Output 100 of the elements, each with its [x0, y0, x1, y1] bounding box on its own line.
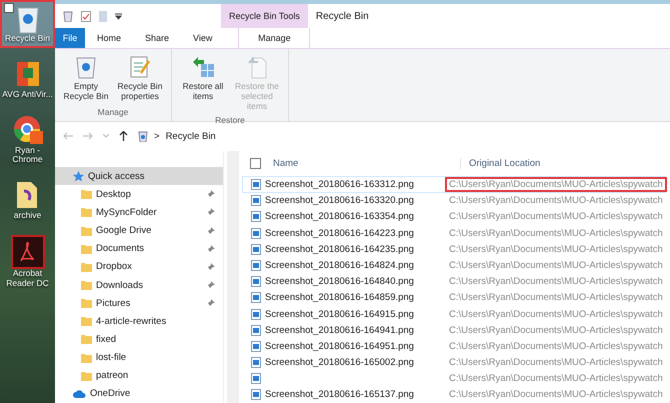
pin-icon: [207, 208, 215, 216]
original-location: C:\Users\Ryan\Documents\MUO-Articles\spywatch: [448, 389, 664, 400]
image-file-icon: [251, 308, 261, 320]
recycle-bin-icon: [63, 10, 73, 22]
image-file-icon: [251, 211, 261, 222]
group-label: Manage: [98, 107, 128, 119]
original-location: C:\Users\Ryan\Documents\MUO-Articles\spywatch: [448, 260, 664, 271]
nav-item[interactable]: Pictures: [55, 294, 223, 312]
contextual-tab-header: Recycle Bin Tools: [221, 4, 308, 28]
file-row[interactable]: Screenshot_20180616-163312.png C:\Users\Ryan\Documents\MUO-Articles\spywatch: [242, 176, 666, 193]
file-row[interactable]: Screenshot_20180616-164235.png C:\Users\Ryan\Documents\MUO-Articles\spywatch: [242, 241, 666, 258]
forward-arrow-icon[interactable]: [83, 132, 93, 140]
original-location: C:\Users\Ryan\Documents\MUO-Articles\spywatch: [448, 357, 664, 368]
pin-icon: [207, 262, 215, 271]
ribbon-tab[interactable]: File: [55, 28, 85, 48]
original-location: C:\Users\Ryan\Documents\MUO-Articles\spywatch: [448, 373, 664, 384]
nav-item[interactable]: lost-file: [55, 348, 223, 367]
original-location: C:\Users\Ryan\Documents\MUO-Articles\spywatch: [448, 276, 664, 288]
file-name: Screenshot_20180616-164223.png: [265, 228, 414, 239]
pin-icon: [207, 190, 215, 198]
desktop-icon[interactable]: Recycle Bin: [2, 2, 53, 46]
ribbon-tab[interactable]: Share: [133, 28, 182, 48]
file-row[interactable]: Screenshot_20180616-165137.png C:\Users\Ryan\Documents\MUO-Articles\spywatch: [242, 386, 666, 403]
file-name: Screenshot_20180616-164941.png: [265, 324, 414, 336]
desktop-icon[interactable]: archive: [2, 177, 53, 223]
file-name: Screenshot_20180616-165137.png: [265, 389, 414, 400]
file-name: Screenshot_20180616-164824.png: [265, 260, 414, 271]
chevron-down-icon[interactable]: [103, 134, 109, 138]
desktop-icon[interactable]: AVG AntiVir...: [2, 56, 53, 102]
image-file-icon: [251, 276, 261, 288]
nav-item[interactable]: Desktop: [55, 185, 223, 204]
original-location: C:\Users\Ryan\Documents\MUO-Articles\spywatch: [448, 211, 664, 222]
dropdown-icon[interactable]: [115, 12, 122, 20]
original-location: C:\Users\Ryan\Documents\MUO-Articles\spywatch: [447, 179, 665, 190]
nav-item[interactable]: Google Drive: [55, 221, 223, 240]
image-file-icon: [251, 340, 261, 352]
ribbon-button[interactable]: Restore all items: [176, 51, 230, 116]
star-icon: [73, 170, 84, 182]
file-row[interactable]: Screenshot_20180616-164824.png C:\Users\Ryan\Documents\MUO-Articles\spywatch: [242, 257, 666, 274]
ribbon-button[interactable]: Recycle Bin properties: [113, 51, 167, 107]
ribbon-tab[interactable]: Home: [85, 28, 134, 48]
column-header[interactable]: Name: [269, 158, 461, 170]
address-path[interactable]: Recycle Bin: [166, 130, 216, 142]
image-file-icon: [251, 373, 261, 384]
original-location: C:\Users\Ryan\Documents\MUO-Articles\spywatch: [448, 292, 664, 304]
original-location: C:\Users\Ryan\Documents\MUO-Articles\spywatch: [448, 308, 664, 320]
back-arrow-icon[interactable]: [63, 132, 73, 140]
file-row[interactable]: Screenshot_20180616-164915.png C:\Users\Ryan\Documents\MUO-Articles\spywatch: [242, 306, 666, 322]
nav-item[interactable]: Dropbox: [55, 258, 223, 276]
pin-icon: [207, 244, 215, 253]
nav-item[interactable]: Documents: [55, 240, 223, 258]
ribbon-button[interactable]: Empty Recycle Bin: [59, 51, 113, 107]
nav-item[interactable]: patreon: [55, 366, 223, 385]
nav-item[interactable]: fixed: [55, 330, 223, 349]
pin-icon: [207, 281, 215, 290]
file-name: Screenshot_20180616-163354.png: [265, 211, 414, 222]
ribbon-tab[interactable]: View: [181, 28, 224, 48]
original-location: C:\Users\Ryan\Documents\MUO-Articles\spywatch: [448, 228, 664, 239]
properties-icon: [129, 55, 151, 79]
file-name: Screenshot_20180616-163312.png: [265, 179, 414, 190]
nav-item[interactable]: OneDrive: [55, 384, 223, 403]
image-file-icon: [251, 292, 261, 304]
file-row[interactable]: Screenshot_20180616-164859.png C:\Users\Ryan\Documents\MUO-Articles\spywatch: [242, 290, 666, 306]
nav-item[interactable]: Downloads: [55, 276, 223, 294]
file-name: Screenshot_20180616-164859.png: [265, 292, 414, 304]
image-file-icon: [251, 357, 261, 368]
select-all-checkbox[interactable]: [250, 158, 261, 170]
recycle-bin-icon: [75, 55, 97, 79]
file-name: Screenshot_20180616-164951.png: [265, 340, 414, 352]
checkbox-icon: [4, 3, 14, 13]
nav-item[interactable]: 4-article-rewrites: [55, 312, 223, 330]
pdf-app-icon: [10, 234, 44, 269]
image-file-icon: [251, 228, 261, 239]
nav-item[interactable]: Quick access: [55, 167, 223, 186]
ribbon-tab[interactable]: Manage: [238, 28, 310, 48]
file-row[interactable]: Screenshot_20180616-163354.png C:\Users\Ryan\Documents\MUO-Articles\spywatch: [242, 208, 666, 225]
file-row[interactable]: Screenshot_20180616-163320.png C:\Users\Ryan\Documents\MUO-Articles\spywatch: [242, 192, 666, 209]
desktop-icon[interactable]: Acrobat Reader DC: [2, 232, 53, 290]
file-row[interactable]: Screenshot_20180616-164951.png C:\Users\Ryan\Documents\MUO-Articles\spywatch: [242, 338, 666, 354]
restore-icon: [191, 55, 215, 79]
image-file-icon: [251, 324, 261, 336]
original-location: C:\Users\Ryan\Documents\MUO-Articles\spywatch: [448, 195, 664, 206]
column-header[interactable]: Original Location: [461, 158, 540, 170]
file-row[interactable]: Screenshot_20180616-164223.png C:\Users\Ryan\Documents\MUO-Articles\spywatch: [242, 225, 666, 242]
desktop-icon[interactable]: Ryan - Chrome: [2, 112, 53, 168]
file-row[interactable]: Screenshot_20180616-164941.png C:\Users\Ryan\Documents\MUO-Articles\spywatch: [242, 322, 666, 338]
pin-icon: [207, 226, 215, 235]
up-arrow-icon[interactable]: [119, 131, 128, 141]
file-row[interactable]: Screenshot_20180616-164840.png C:\Users\Ryan\Documents\MUO-Articles\spywatch: [242, 274, 666, 290]
image-file-icon: [251, 244, 261, 255]
image-file-icon: [251, 179, 261, 190]
file-row[interactable]: Screenshot_20180616-165002.png C:\Users\Ryan\Documents\MUO-Articles\spywatch: [242, 354, 666, 371]
image-file-icon: [251, 260, 261, 271]
image-file-icon: [251, 195, 261, 206]
file-name: Screenshot_20180616-164840.png: [265, 276, 414, 288]
nav-item[interactable]: MySyncFolder: [55, 203, 223, 222]
cloud-icon: [73, 390, 86, 398]
original-location: C:\Users\Ryan\Documents\MUO-Articles\spywatch: [448, 244, 664, 255]
window-title: Recycle Bin: [314, 10, 369, 24]
properties-icon: [81, 10, 91, 22]
